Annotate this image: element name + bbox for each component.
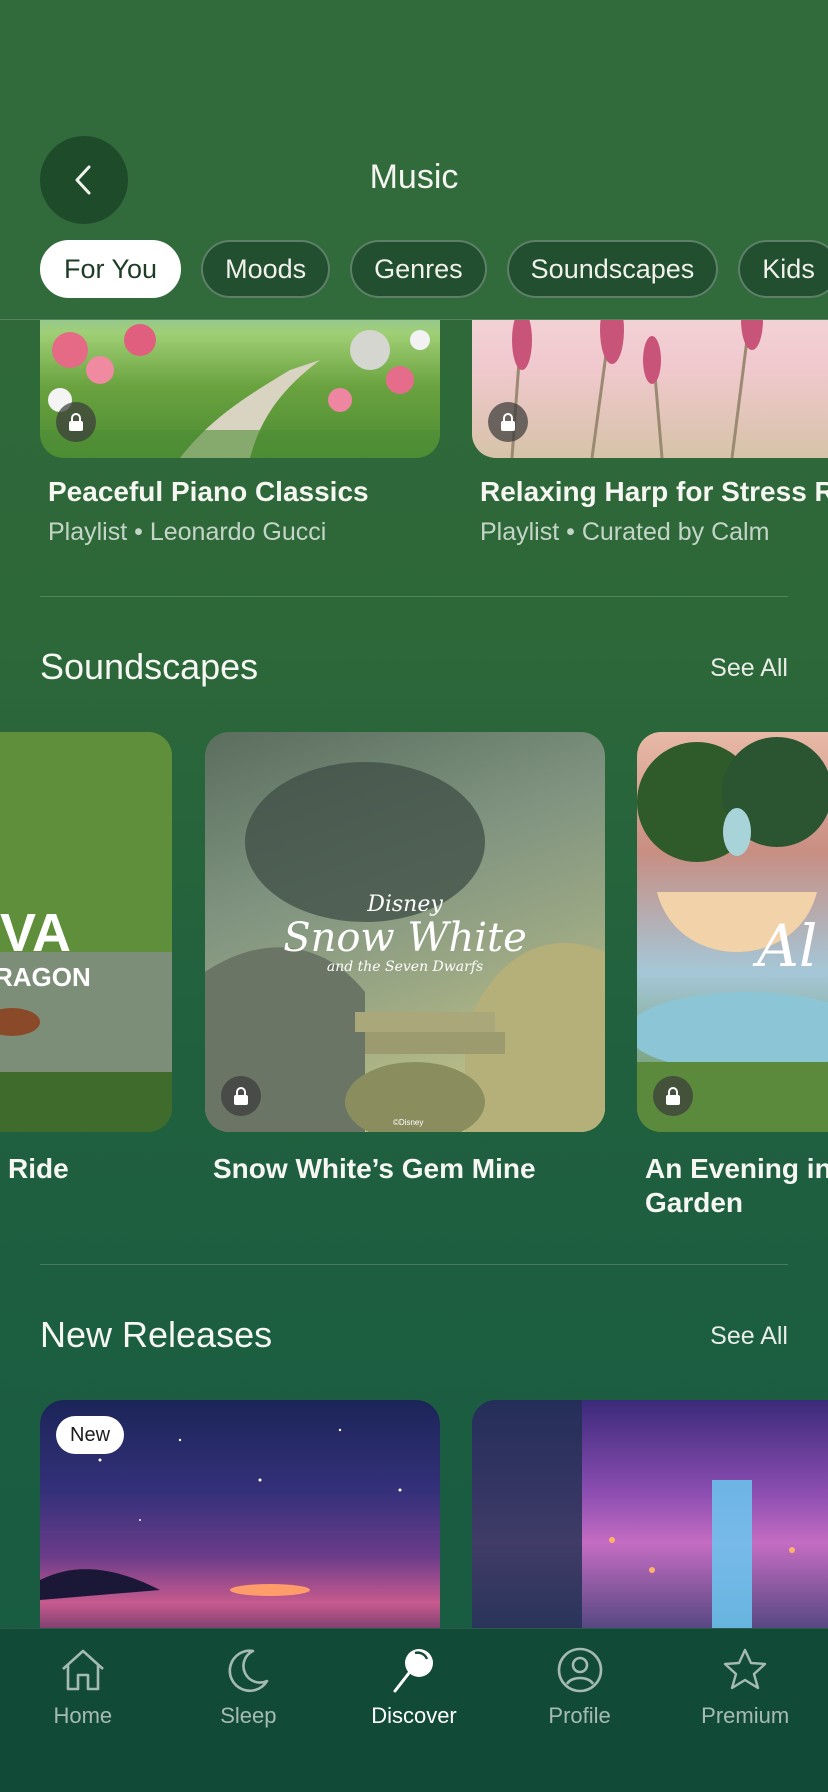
tab-profile[interactable]: Profile — [497, 1629, 663, 1792]
page-title: Music — [369, 158, 459, 196]
playlist-title[interactable]: Relaxing Harp for Stress Re — [480, 475, 828, 509]
playlist-card-image[interactable] — [40, 320, 440, 458]
soundscape-title[interactable]: Ride — [8, 1152, 69, 1186]
header: Music For You Moods Genres Soundscapes K… — [0, 0, 828, 320]
playlist-subtitle: Playlist • Leonardo Gucci — [48, 518, 327, 546]
new-release-card-image[interactable]: New — [40, 1400, 440, 1628]
see-all-new-releases-link[interactable]: See All — [710, 1322, 788, 1351]
section-title-soundscapes: Soundscapes — [40, 646, 259, 687]
profile-icon — [557, 1647, 602, 1693]
bottom-tab-bar: Home Sleep Discover Profile Premium — [0, 1628, 828, 1792]
moon-icon — [228, 1649, 269, 1693]
playlist-card-image[interactable] — [472, 320, 828, 458]
divider — [40, 1264, 788, 1265]
tab-premium-label: Premium — [701, 1703, 790, 1728]
playlist-title[interactable]: Peaceful Piano Classics — [48, 475, 369, 509]
tab-moods[interactable]: Moods — [201, 240, 331, 298]
lock-icon — [221, 1076, 261, 1116]
soundscape-title[interactable]: Snow White’s Gem Mine — [213, 1152, 536, 1186]
tab-sleep-label: Sleep — [220, 1703, 277, 1728]
tab-premium[interactable]: Premium — [662, 1629, 828, 1792]
lock-icon — [488, 402, 528, 442]
tab-home[interactable]: Home — [0, 1629, 166, 1792]
new-release-card-image[interactable] — [472, 1400, 828, 1628]
lock-icon — [653, 1076, 693, 1116]
tab-discover-label: Discover — [371, 1703, 457, 1728]
tab-for-you[interactable]: For You — [40, 240, 182, 298]
star-icon — [723, 1648, 767, 1690]
tab-home-label: Home — [53, 1703, 113, 1728]
discover-icon — [393, 1649, 433, 1693]
soundscape-card-image[interactable]: VA RAGON — [0, 732, 172, 1132]
snow-white-logo: Disney Snow White and the Seven Dwarfs — [205, 892, 605, 975]
home-icon — [61, 1649, 104, 1691]
tab-soundscapes[interactable]: Soundscapes — [506, 240, 719, 298]
soundscape-card-image[interactable]: Al — [637, 732, 828, 1132]
section-title-new-releases: New Releases — [40, 1314, 273, 1355]
garden-painting — [40, 324, 440, 458]
logo-brand: Disney — [367, 892, 443, 917]
soundscape-title[interactable]: An Evening in — [645, 1152, 828, 1186]
lock-icon — [56, 402, 96, 442]
tab-profile-label: Profile — [548, 1703, 611, 1728]
category-tabs: For You Moods Genres Soundscapes Kids — [40, 240, 828, 298]
tab-discover[interactable]: Discover — [331, 1629, 497, 1792]
soundscape-title-line2[interactable]: Garden — [645, 1186, 743, 1220]
tab-sleep[interactable]: Sleep — [166, 1629, 332, 1792]
lavender-photo — [510, 320, 763, 458]
art-title-text: Al — [757, 912, 818, 980]
art-subtitle-text: RAGON — [0, 962, 91, 992]
logo-title: Snow White — [283, 915, 527, 961]
tab-genres[interactable]: Genres — [350, 240, 487, 298]
art-title-text: VA — [0, 903, 72, 963]
playlist-subtitle: Playlist • Curated by Calm — [480, 518, 770, 546]
waterfall-art — [472, 1400, 795, 1628]
tab-kids[interactable]: Kids — [738, 240, 828, 298]
divider — [40, 596, 788, 597]
copyright-text: ©Disney — [393, 1118, 424, 1127]
scroll-content[interactable]: Peaceful Piano Classics Playlist • Leona… — [0, 320, 828, 1628]
soundscape-card-image[interactable]: Disney Snow White and the Seven Dwarfs ©… — [205, 732, 605, 1132]
new-badge: New — [56, 1416, 125, 1454]
logo-subtitle: and the Seven Dwarfs — [326, 959, 484, 975]
see-all-soundscapes-link[interactable]: See All — [710, 654, 788, 683]
